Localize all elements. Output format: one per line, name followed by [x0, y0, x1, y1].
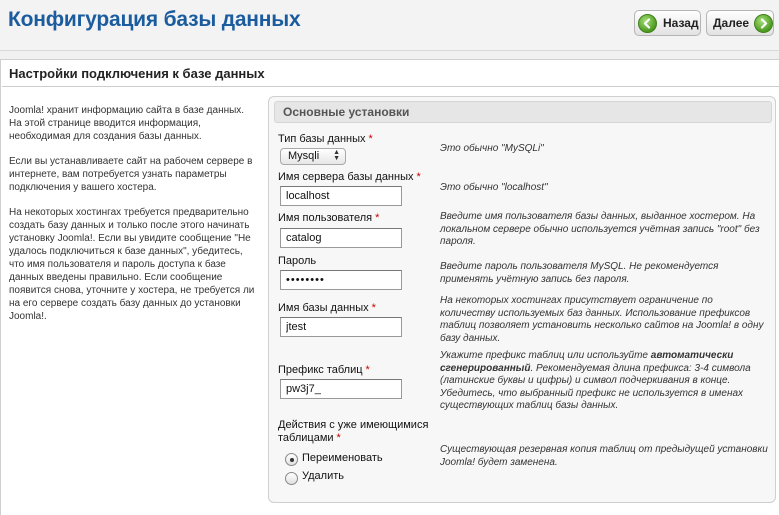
arrow-right-icon [754, 13, 773, 33]
fieldset-legend: Основные установки [274, 101, 772, 123]
back-label: Назад [663, 16, 699, 30]
required-mark: * [375, 212, 380, 224]
prefix-input[interactable] [280, 379, 402, 399]
password-label: Пароль [278, 255, 317, 267]
toolbar: Конфигурация базы данных Назад Далее [0, 0, 779, 51]
db-type-hint: Это обычно "MySQLi" [440, 143, 544, 154]
db-type-value: Mysqli [288, 150, 320, 162]
required-mark: * [368, 133, 373, 145]
db-type-label: Тип базы данных * [278, 133, 373, 145]
arrow-left-icon [638, 13, 657, 33]
required-mark: * [336, 432, 341, 444]
next-label: Далее [713, 16, 750, 30]
password-hint: Введите пароль пользователя MySQL. Не ре… [440, 261, 719, 285]
existing-tables-hint: Существующая резервная копия таблиц от п… [440, 444, 768, 468]
divider [2, 86, 779, 87]
next-button[interactable]: Далее [706, 10, 774, 36]
password-input[interactable] [280, 270, 402, 290]
intro-paragraph: Joomla! хранит информацию сайта в базе д… [9, 105, 245, 142]
prefix-label: Префикс таблиц * [278, 364, 370, 376]
db-name-label: Имя базы данных * [278, 302, 376, 314]
intro-paragraph: На некоторых хостингах требуется предвар… [9, 207, 255, 322]
intro-text: Joomla! хранит информацию сайта в базе д… [9, 104, 259, 335]
db-type-select[interactable]: Mysqli ▲ ▼ [280, 148, 346, 165]
delete-radio-label[interactable]: Удалить [302, 470, 344, 482]
user-label: Имя пользователя * [278, 212, 380, 224]
user-hint: Введите имя пользователя базы данных, вы… [440, 211, 760, 247]
fieldset-legend-text: Основные установки [283, 105, 410, 119]
select-arrows-icon: ▲ ▼ [333, 149, 340, 162]
required-mark: * [365, 364, 370, 376]
required-mark: * [371, 302, 376, 314]
db-name-input[interactable] [280, 317, 402, 337]
host-label: Имя сервера базы данных * [278, 171, 421, 183]
rename-radio[interactable] [285, 453, 298, 466]
intro-paragraph: Если вы устанавливаете сайт на рабочем с… [9, 156, 253, 193]
delete-radio[interactable] [285, 472, 298, 485]
db-name-hint: На некоторых хостингах присутствует огра… [440, 295, 764, 344]
rename-radio-label[interactable]: Переименовать [302, 452, 383, 464]
page-title: Конфигурация базы данных [8, 8, 301, 31]
section-title: Настройки подключения к базе данных [9, 66, 265, 81]
back-button[interactable]: Назад [634, 10, 701, 36]
prefix-hint: Укажите префикс таблиц или используйте а… [440, 350, 751, 411]
user-input[interactable] [280, 228, 402, 248]
existing-tables-label: Действия с уже имеющимися таблицами * [278, 419, 429, 444]
required-mark: * [416, 171, 421, 183]
host-hint: Это обычно "localhost" [440, 182, 548, 193]
host-input[interactable] [280, 186, 402, 206]
